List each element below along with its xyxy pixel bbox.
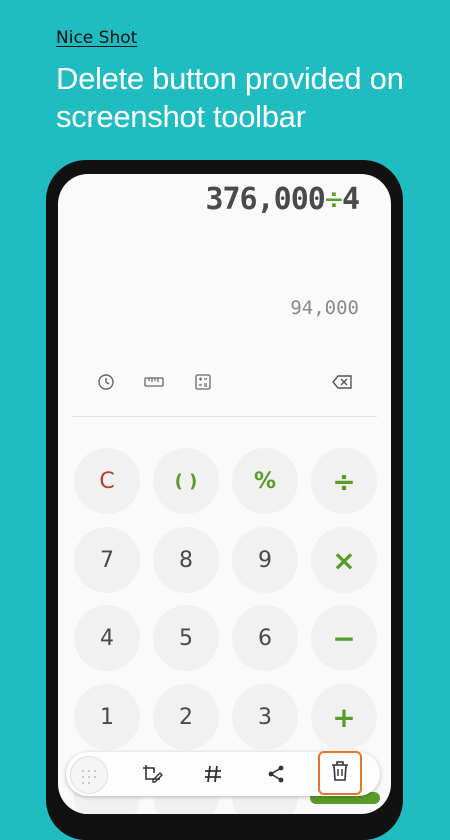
divider: [72, 416, 377, 417]
key-3[interactable]: 3: [232, 684, 298, 750]
key-2[interactable]: 2: [153, 684, 219, 750]
ruler-icon[interactable]: [142, 370, 166, 394]
key-divide[interactable]: ÷: [311, 448, 377, 514]
key-8[interactable]: 8: [153, 527, 219, 593]
delete-button[interactable]: [318, 751, 362, 795]
expression-display: 376,000÷4: [205, 182, 360, 217]
key-label: 2: [179, 704, 193, 730]
key-add[interactable]: +: [311, 684, 377, 750]
history-icon[interactable]: [94, 370, 118, 394]
key-multiply[interactable]: ×: [311, 527, 377, 593]
headline: Delete button provided on screenshot too…: [56, 61, 404, 134]
key-label: +: [332, 700, 356, 734]
key-7[interactable]: 7: [74, 527, 140, 593]
key-label: 8: [179, 547, 193, 573]
key-parentheses[interactable]: ( ): [153, 448, 219, 514]
expression-operand: 4: [341, 182, 360, 217]
share-icon[interactable]: [260, 758, 292, 790]
key-label: −: [332, 621, 356, 655]
key-label: ( ): [174, 470, 198, 492]
key-6[interactable]: 6: [232, 605, 298, 671]
key-9[interactable]: 9: [232, 527, 298, 593]
calculator-screen: 376,000÷4 94,000 C ( ) % ÷ 7 8 9 × 4 5 6…: [58, 174, 391, 814]
delete-icon: [330, 760, 350, 786]
key-clear[interactable]: C: [74, 448, 140, 514]
expression-operator: ÷: [324, 182, 343, 217]
hashtag-icon[interactable]: [197, 758, 229, 790]
key-percent[interactable]: %: [232, 448, 298, 514]
expression-number: 376,000: [205, 182, 325, 217]
key-label: 6: [258, 625, 272, 651]
phone-frame: 376,000÷4 94,000 C ( ) % ÷ 7 8 9 × 4 5 6…: [46, 160, 403, 840]
key-label: ×: [332, 543, 356, 577]
key-label: %: [253, 468, 277, 494]
calculator-tools-row: [58, 370, 391, 394]
key-label: 1: [100, 704, 114, 730]
backspace-icon[interactable]: [330, 370, 354, 394]
screenshot-toolbar: [66, 751, 380, 796]
eyebrow-label: Nice Shot: [56, 28, 138, 48]
scientific-mode-icon[interactable]: [191, 370, 215, 394]
key-label: C: [99, 468, 115, 494]
key-label: 9: [258, 547, 272, 573]
key-label: ÷: [332, 464, 356, 498]
crop-edit-icon[interactable]: [136, 758, 168, 790]
key-label: 3: [258, 704, 272, 730]
key-label: 4: [100, 625, 114, 651]
result-preview: 94,000: [290, 297, 359, 319]
key-label: 5: [179, 625, 193, 651]
key-5[interactable]: 5: [153, 605, 219, 671]
key-subtract[interactable]: −: [311, 605, 377, 671]
key-1[interactable]: 1: [74, 684, 140, 750]
key-4[interactable]: 4: [74, 605, 140, 671]
key-label: 7: [100, 547, 114, 573]
thumbnail-preview[interactable]: [70, 756, 108, 794]
